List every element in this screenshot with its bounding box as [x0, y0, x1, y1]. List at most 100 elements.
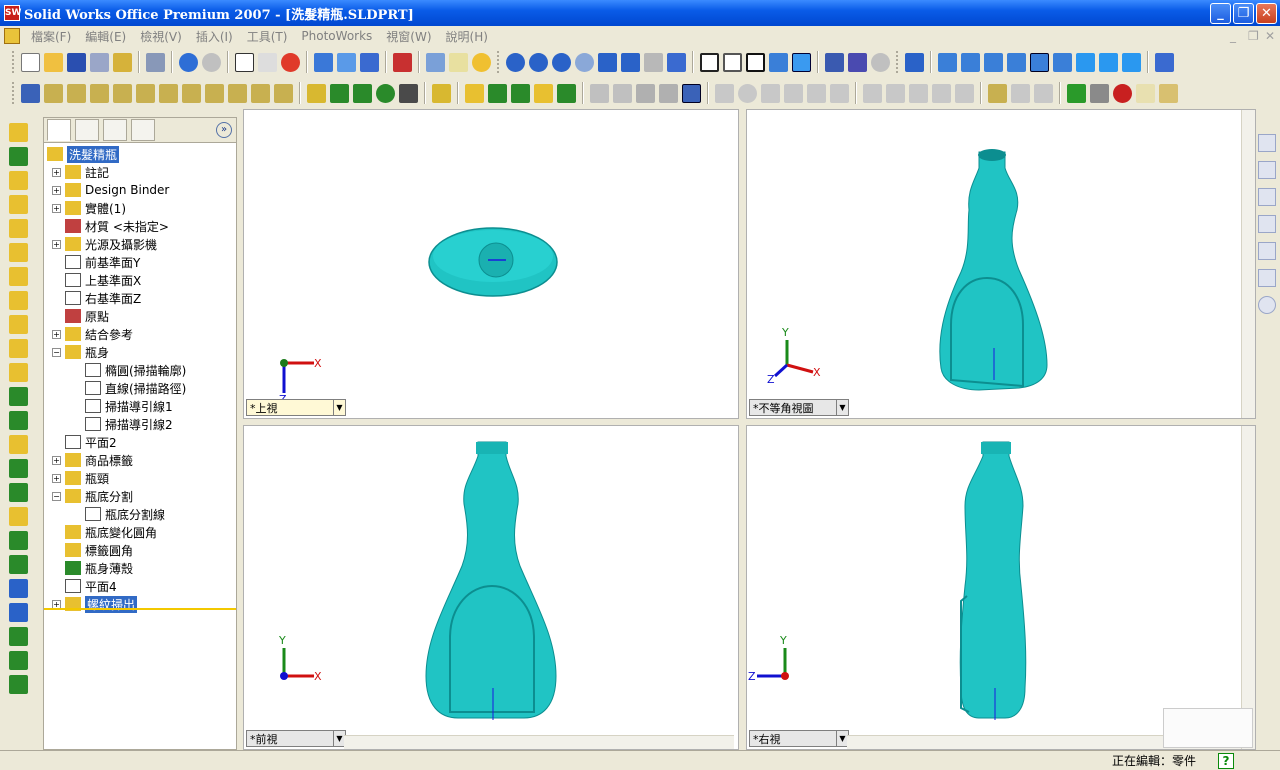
- menu-tools[interactable]: 工具(T): [240, 28, 295, 45]
- rebuild-icon[interactable]: [281, 52, 300, 72]
- shadows-icon[interactable]: [825, 52, 844, 72]
- save-icon[interactable]: [67, 52, 86, 72]
- hidden-lines-visible-icon[interactable]: [723, 52, 742, 72]
- tree-node[interactable]: 右基準面Z: [44, 289, 236, 307]
- rib-icon[interactable]: [9, 435, 28, 454]
- mirror-feature-icon[interactable]: [9, 579, 28, 598]
- tree-node[interactable]: 瓶身薄殼: [44, 559, 236, 577]
- expand-toggle-icon[interactable]: +: [52, 455, 61, 465]
- corner-rectangle-icon[interactable]: [955, 83, 974, 103]
- rotate-view-icon[interactable]: [598, 52, 617, 72]
- run-macro-icon[interactable]: [1067, 83, 1086, 103]
- tree-node[interactable]: − 瓶底分割: [44, 487, 236, 505]
- smart-dimension-icon[interactable]: [21, 83, 40, 103]
- expand-toggle-icon[interactable]: +: [52, 329, 61, 339]
- trimetric-view-icon[interactable]: [1099, 52, 1118, 72]
- tree-node[interactable]: + Design Binder: [44, 181, 236, 199]
- centerline-icon[interactable]: [353, 83, 372, 103]
- tree-root[interactable]: 洗髮精瓶: [44, 145, 236, 163]
- tree-node[interactable]: + 光源及攝影機: [44, 235, 236, 253]
- tree-node[interactable]: 平面2: [44, 433, 236, 451]
- extrude-boss-icon[interactable]: [9, 171, 28, 190]
- tree-node[interactable]: 掃描導引線1: [44, 397, 236, 415]
- roll-view-icon[interactable]: [644, 52, 663, 72]
- reference-geometry-icon[interactable]: [9, 675, 28, 694]
- view-selector-top[interactable]: *上視 ▼: [246, 399, 346, 416]
- baseline-dimension-icon[interactable]: [113, 83, 132, 103]
- document-icon[interactable]: [4, 28, 20, 44]
- expand-toggle-icon[interactable]: +: [52, 203, 61, 213]
- mdi-minimize-button[interactable]: _: [1230, 29, 1236, 43]
- collapse-panel-icon[interactable]: »: [216, 122, 232, 138]
- vertical-dimension-icon[interactable]: [67, 83, 86, 103]
- rollback-bar[interactable]: [44, 608, 236, 610]
- viewport-top[interactable]: X Z *上視 ▼: [243, 109, 739, 419]
- window-tile-icon[interactable]: [426, 52, 445, 72]
- menu-file[interactable]: 檔案(F): [24, 28, 78, 45]
- isometric-view-icon[interactable]: [1076, 52, 1095, 72]
- solidworks-app-icon[interactable]: SW: [4, 5, 21, 21]
- select-other-icon[interactable]: [258, 52, 277, 72]
- angle-icon[interactable]: [1034, 83, 1053, 103]
- select-icon[interactable]: [235, 52, 254, 72]
- search-icon[interactable]: [1258, 215, 1276, 233]
- line-icon[interactable]: [330, 83, 349, 103]
- zoom-to-area-icon[interactable]: [529, 52, 548, 72]
- section-view-icon[interactable]: [848, 52, 867, 72]
- 3d-sketch-icon[interactable]: [432, 83, 451, 103]
- menu-view[interactable]: 檢視(V): [133, 28, 189, 45]
- layout-icon[interactable]: [337, 52, 356, 72]
- tree-node[interactable]: 上基準面X: [44, 271, 236, 289]
- zoom-in-out-icon[interactable]: [552, 52, 571, 72]
- open-icon[interactable]: [44, 52, 63, 72]
- horizontal-scrollbar[interactable]: [344, 735, 734, 749]
- menu-window[interactable]: 視窗(W): [379, 28, 438, 45]
- extend-icon[interactable]: [830, 83, 849, 103]
- extrude-cut-icon[interactable]: [9, 219, 28, 238]
- tree-node[interactable]: + 商品標籤: [44, 451, 236, 469]
- shell-tool-icon[interactable]: [9, 459, 28, 478]
- horizontal-dimension-icon[interactable]: [44, 83, 63, 103]
- display-relations-icon[interactable]: [251, 83, 270, 103]
- pan-icon[interactable]: [621, 52, 640, 72]
- dome-icon[interactable]: [9, 507, 28, 526]
- expand-toggle-icon[interactable]: +: [52, 185, 61, 195]
- graphics-area[interactable]: X Z *上視 ▼ Y X Z *不等角視圖 ▼: [241, 107, 1256, 750]
- bottom-view-icon[interactable]: [1053, 52, 1072, 72]
- sweep-cut-icon[interactable]: [9, 315, 28, 334]
- link-views-icon[interactable]: [1155, 52, 1174, 72]
- chevron-down-icon[interactable]: ▼: [836, 400, 848, 415]
- zoom-to-selection-icon[interactable]: [575, 52, 594, 72]
- sketch-pattern-icon[interactable]: [9, 627, 28, 646]
- tree-node[interactable]: − 瓶身: [44, 343, 236, 361]
- menu-photoworks[interactable]: PhotoWorks: [294, 29, 379, 43]
- back-view-icon[interactable]: [961, 52, 980, 72]
- make-drawing-icon[interactable]: [113, 52, 132, 72]
- smart-dimension-tool-icon[interactable]: [9, 123, 28, 142]
- shaded-with-edges-icon[interactable]: [769, 52, 788, 72]
- viewport-right[interactable]: Y Z *右視 ▼: [746, 425, 1256, 750]
- loft-boss-icon[interactable]: [9, 291, 28, 310]
- wireframe-icon[interactable]: [700, 52, 719, 72]
- tree-node[interactable]: 直線(掃描路徑): [44, 379, 236, 397]
- linear-pattern-icon[interactable]: [9, 531, 28, 550]
- sketch-tool-icon[interactable]: [9, 147, 28, 166]
- tree-node[interactable]: + 瓶頸: [44, 469, 236, 487]
- new-macro-icon[interactable]: [1136, 83, 1155, 103]
- zoom-to-fit-icon[interactable]: [506, 52, 525, 72]
- ruled-surface-icon[interactable]: [659, 83, 678, 103]
- right-view-icon[interactable]: [1007, 52, 1026, 72]
- circular-pattern-icon[interactable]: [9, 555, 28, 574]
- vertical-scrollbar[interactable]: [1241, 110, 1255, 418]
- expand-task-pane-icon[interactable]: [1258, 296, 1276, 314]
- file-explorer-icon[interactable]: [1258, 188, 1276, 206]
- realview-icon[interactable]: [871, 52, 890, 72]
- view-palette-icon[interactable]: [1258, 242, 1276, 260]
- stop-macro-icon[interactable]: [1090, 83, 1109, 103]
- file-properties-icon[interactable]: [449, 52, 468, 72]
- view-selector-isometric[interactable]: *不等角視圖 ▼: [749, 399, 849, 416]
- fully-define-sketch-icon[interactable]: [205, 83, 224, 103]
- offset-entities-icon[interactable]: [909, 83, 928, 103]
- tree-node[interactable]: + 螺紋掃出: [44, 595, 236, 613]
- minimize-button[interactable]: _: [1210, 3, 1231, 24]
